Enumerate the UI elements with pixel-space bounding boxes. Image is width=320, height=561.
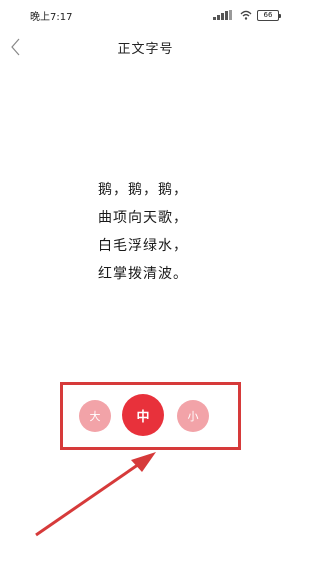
nav-bar: 正文字号 (0, 30, 291, 64)
battery-icon: 66 (257, 9, 281, 21)
poem-line: 白毛浮绿水， (98, 238, 188, 254)
font-size-small-button[interactable]: 小 (177, 400, 209, 432)
page-title: 正文字号 (117, 41, 174, 57)
poem-line: 曲项向天歌， (98, 210, 188, 226)
font-size-large-button[interactable]: 大 (79, 400, 111, 432)
wifi-icon (240, 10, 252, 20)
status-bar: 晚上7:17 66 (0, 0, 291, 30)
back-chevron-icon[interactable] (6, 36, 26, 58)
status-time: 晚上7:17 (30, 11, 73, 23)
signal-icon (213, 10, 235, 20)
poem-line: 红掌拨清波。 (98, 266, 188, 282)
status-icons: 66 (213, 9, 281, 21)
preview-poem: 鹅，鹅，鹅， 曲项向天歌， 白毛浮绿水， 红掌拨清波。 (0, 176, 291, 288)
poem-line: 鹅，鹅，鹅， (98, 182, 188, 198)
font-size-medium-button[interactable]: 中 (122, 394, 164, 436)
